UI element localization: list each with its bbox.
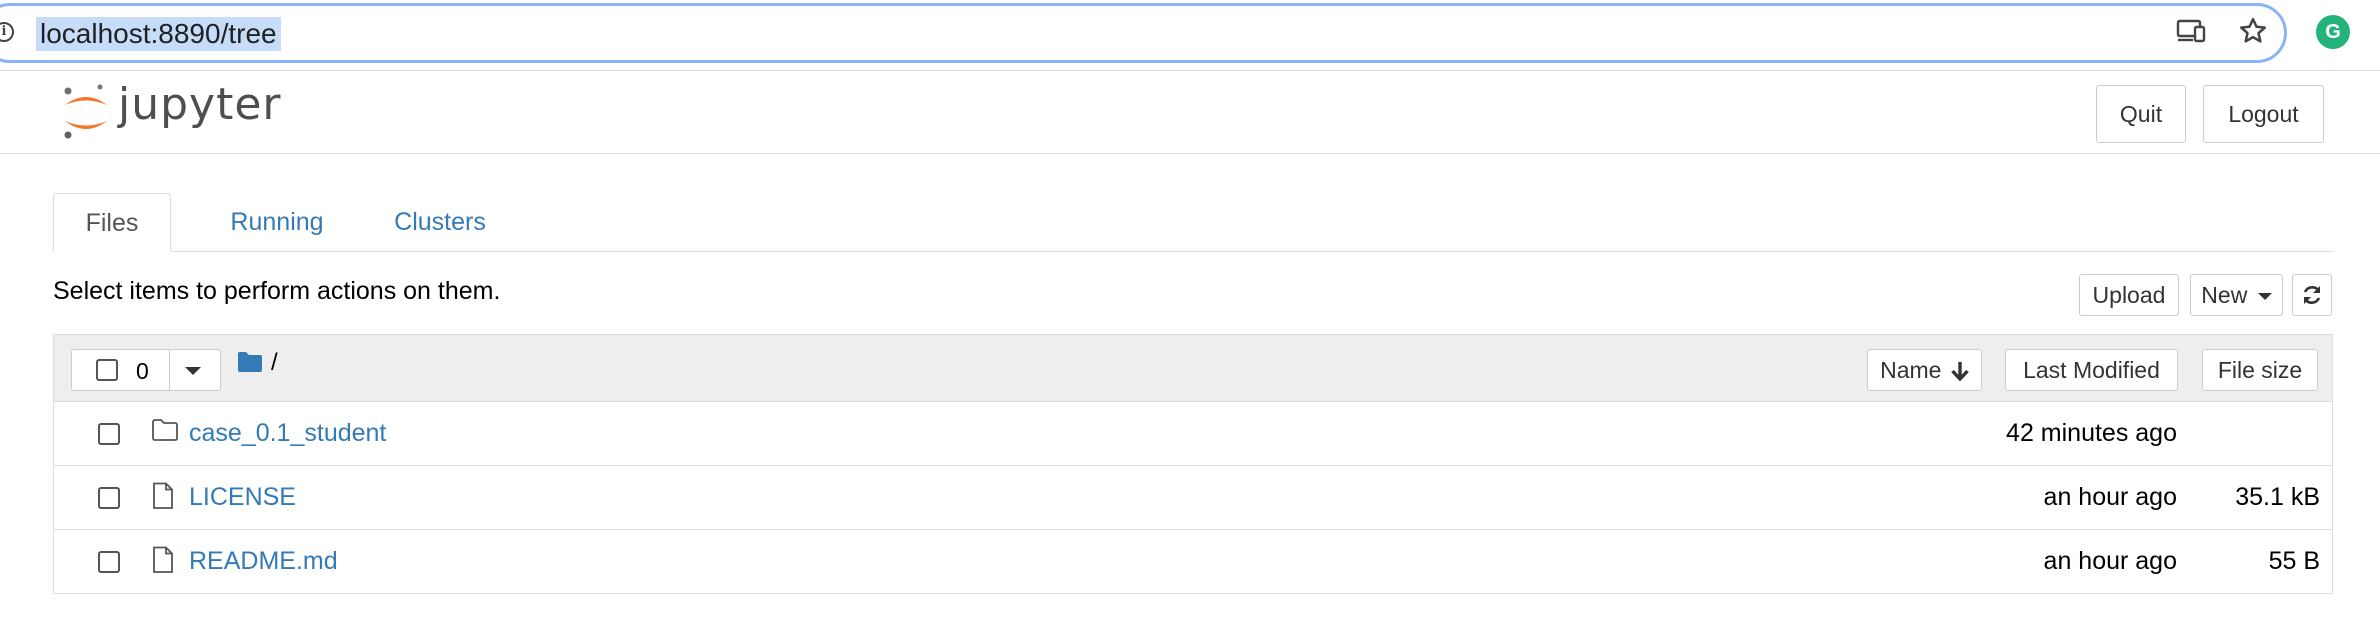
file-icon <box>151 482 175 515</box>
arrow-down-icon <box>1951 362 1969 382</box>
logout-button[interactable]: Logout <box>2203 85 2324 143</box>
file-icon <box>151 546 175 579</box>
folder-icon[interactable] <box>237 351 263 378</box>
tab-bar: Files Running Clusters <box>53 193 2333 252</box>
row-checkbox[interactable] <box>98 423 120 445</box>
tab-running[interactable]: Running <box>207 193 347 251</box>
last-modified: an hour ago <box>2043 547 2177 575</box>
url-text[interactable]: localhost:8890/tree <box>36 17 281 51</box>
last-modified: an hour ago <box>2043 483 2177 511</box>
jupyter-wordmark[interactable]: jupyter <box>118 79 282 130</box>
jupyter-logo-icon[interactable] <box>60 83 112 148</box>
select-all-group[interactable]: 0 <box>71 349 221 391</box>
tab-files[interactable]: Files <box>53 193 171 252</box>
refresh-button[interactable] <box>2292 274 2332 316</box>
upload-button[interactable]: Upload <box>2079 274 2179 316</box>
sort-size-button[interactable]: File size <box>2202 349 2318 391</box>
selection-hint: Select items to perform actions on them. <box>53 277 501 305</box>
selected-count: 0 <box>136 358 149 384</box>
new-button-label: New <box>2201 282 2248 308</box>
caret-down-icon <box>2257 293 2272 301</box>
file-list-header: 0 / Name Last Modified File size <box>54 335 2332 402</box>
row-checkbox[interactable] <box>98 487 120 509</box>
file-list: 0 / Name Last Modified File size case_0.… <box>53 334 2333 594</box>
new-dropdown-button[interactable]: New <box>2190 274 2283 316</box>
last-modified: 42 minutes ago <box>2006 419 2177 447</box>
row-checkbox[interactable] <box>98 551 120 573</box>
profile-avatar[interactable]: G <box>2316 15 2350 49</box>
cast-icon[interactable] <box>2176 18 2206 49</box>
caret-down-icon[interactable] <box>185 367 201 375</box>
list-item[interactable]: case_0.1_student 42 minutes ago <box>54 402 2332 466</box>
quit-button[interactable]: Quit <box>2096 85 2186 143</box>
list-item[interactable]: LICENSE an hour ago 35.1 kB <box>54 466 2332 530</box>
folder-outline-icon <box>151 418 179 447</box>
sort-modified-button[interactable]: Last Modified <box>2005 349 2178 391</box>
select-all-checkbox[interactable] <box>96 359 118 381</box>
select-divider <box>169 350 170 390</box>
address-bar[interactable] <box>0 3 2287 63</box>
file-name-link[interactable]: LICENSE <box>189 483 296 512</box>
sort-name-label: Name <box>1880 357 1942 383</box>
refresh-icon <box>2303 286 2321 304</box>
file-size: 35.1 kB <box>2235 483 2320 511</box>
breadcrumb-root[interactable]: / <box>271 349 278 377</box>
file-name-link[interactable]: case_0.1_student <box>189 419 386 448</box>
tab-clusters[interactable]: Clusters <box>365 193 515 251</box>
browser-toolbar: i localhost:8890/tree G <box>0 0 2380 70</box>
sort-name-button[interactable]: Name <box>1867 349 1982 391</box>
list-item[interactable]: README.md an hour ago 55 B <box>54 530 2332 593</box>
file-name-link[interactable]: README.md <box>189 547 338 576</box>
jupyter-header: jupyter Quit Logout <box>0 71 2380 154</box>
file-size: 55 B <box>2268 547 2320 575</box>
bookmark-star-icon[interactable] <box>2238 16 2268 51</box>
